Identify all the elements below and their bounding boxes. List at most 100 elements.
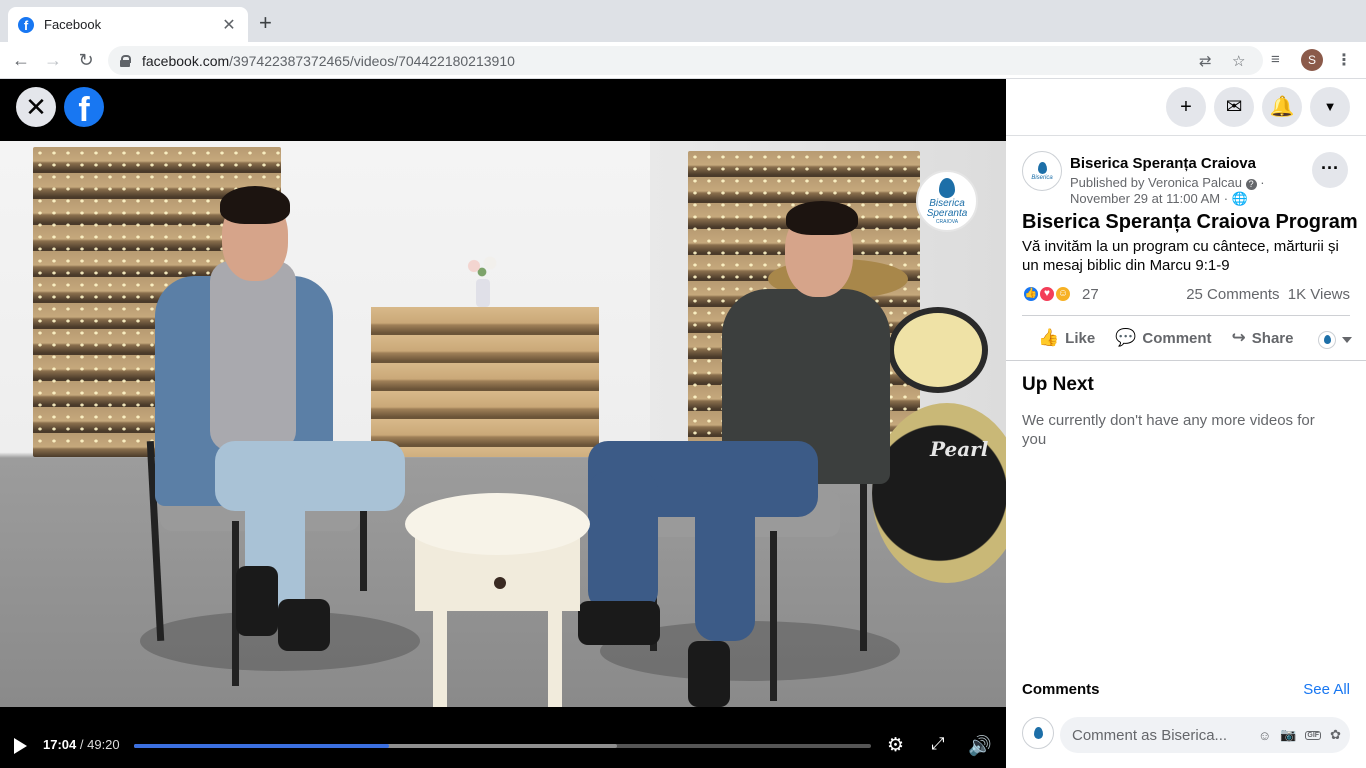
play-icon[interactable] — [14, 738, 27, 754]
video-player[interactable]: ✕ f Pearl Biserica Speranta CRAIOVA 17:0… — [0, 79, 1006, 768]
caret-down-icon — [1342, 337, 1352, 343]
comments-count[interactable]: 25 Comments — [1186, 286, 1279, 303]
video-scene-shoe — [688, 641, 730, 707]
facebook-logo-icon[interactable]: f — [64, 87, 104, 129]
emoji-icon[interactable]: ☺ — [1258, 728, 1271, 743]
close-video-icon[interactable]: ✕ — [16, 87, 56, 127]
page-mini-avatar — [1318, 331, 1336, 349]
fullscreen-icon[interactable]: ⤢ — [931, 734, 945, 754]
views-count: 1K Views — [1287, 286, 1350, 303]
published-by: Published by Veronica Palcau — [1070, 175, 1243, 190]
video-title: Biserica Speranța Craiova Program — [1022, 211, 1358, 233]
notifications-bell-icon[interactable]: 🔔 — [1262, 87, 1302, 127]
volume-icon[interactable]: 🔊 — [968, 734, 992, 758]
drum-brand-text: Pearl — [930, 437, 989, 461]
reactions-summary[interactable]: 👍 ♥ ☺ 27 — [1022, 285, 1099, 303]
comment-bubble-icon: 💬 — [1115, 328, 1137, 347]
video-scene-shoe — [578, 601, 660, 645]
forward-arrow-icon[interactable]: → — [41, 48, 65, 72]
video-scene-bass-drum — [872, 403, 1006, 583]
facebook-favicon-icon: f — [18, 16, 34, 33]
tab-close-icon[interactable]: ✕ — [220, 15, 238, 35]
act-as-selector[interactable] — [1318, 331, 1352, 349]
video-scene-chair-leg — [770, 531, 777, 701]
bookmark-star-icon[interactable]: ☆ — [1232, 52, 1245, 70]
current-time: 17:04 — [43, 737, 77, 752]
browser-tab[interactable]: f Facebook ✕ — [8, 7, 248, 42]
water-drop-icon — [1033, 726, 1043, 739]
settings-gear-icon[interactable]: ⚙ — [887, 734, 904, 757]
video-side-panel: + ✉ 🔔 ▼ Biserica Biserica Speranța Craio… — [1006, 79, 1366, 768]
video-time: 17:04 / 49:20 — [43, 737, 120, 752]
browser-tabstrip: f Facebook ✕ + — [0, 0, 1366, 42]
watermark-line3: CRAIOVA — [935, 218, 959, 225]
care-reaction-icon: ☺ — [1054, 285, 1072, 303]
url-path: /397422387372465/videos/704422180213910 — [229, 52, 515, 69]
thumbs-up-icon: 👍 — [1038, 328, 1060, 347]
water-drop-icon — [939, 177, 955, 198]
page-avatar[interactable]: Biserica — [1022, 151, 1062, 191]
video-scene-table-knob — [494, 577, 506, 589]
video-description: Vă invităm la un program cu cântece, măr… — [1022, 238, 1339, 274]
post-actions: 👍 Like 💬 Comment ↪ Share — [1022, 323, 1350, 353]
duration: 49:20 — [87, 737, 120, 752]
up-next-message: We currently don't have any more videos … — [1022, 412, 1315, 448]
video-frame[interactable]: Pearl Biserica Speranta CRAIOVA — [0, 141, 1006, 707]
account-menu-caret-icon[interactable]: ▼ — [1310, 87, 1350, 127]
comment-label: Comment — [1142, 329, 1212, 347]
watermark-line2: Speranta — [926, 207, 968, 219]
see-all-link[interactable]: See All — [1303, 681, 1350, 698]
divider — [1022, 315, 1350, 316]
share-arrow-icon: ↪ — [1231, 328, 1246, 347]
post-date[interactable]: November 29 at 11:00 AM — [1070, 191, 1220, 206]
church-watermark-logo: Biserica Speranta CRAIOVA — [916, 170, 978, 232]
address-bar[interactable]: facebook.com/397422387372465/videos/7044… — [108, 46, 1263, 75]
section-divider — [1006, 360, 1366, 361]
messenger-icon[interactable]: ✉ — [1214, 87, 1254, 127]
new-tab-icon[interactable]: + — [259, 12, 272, 34]
video-scene-person-right-hair — [786, 201, 858, 235]
post-stats: 25 Comments 1K Views — [1182, 286, 1350, 303]
camera-icon[interactable]: 📷 — [1280, 727, 1296, 743]
help-question-icon[interactable]: ? — [1245, 179, 1257, 190]
video-scene-shoe — [236, 566, 278, 636]
media-queue-icon[interactable]: ≡ — [1271, 51, 1280, 68]
video-scene-person-left-hoodie — [210, 261, 296, 451]
fb-topbar: + ✉ 🔔 ▼ — [1006, 79, 1366, 136]
like-label: Like — [1065, 329, 1096, 347]
page-name[interactable]: Biserica Speranța Craiova — [1070, 155, 1256, 172]
comments-heading: Comments — [1022, 681, 1100, 698]
progress-played — [134, 744, 389, 748]
video-scene-chair-leg — [860, 461, 867, 651]
comment-input[interactable]: Comment as Biserica... ☺ 📷 GIF ✿ — [1060, 717, 1350, 753]
globe-public-icon: 🌐 — [1231, 191, 1248, 206]
like-button[interactable]: 👍 Like — [1038, 328, 1095, 348]
url-host: facebook.com — [142, 52, 230, 69]
reload-icon[interactable]: ↻ — [74, 48, 98, 72]
browser-menu-icon[interactable]: ⋮ — [1336, 50, 1352, 70]
video-scene-table-top — [405, 493, 590, 555]
avatar-text: Biserica — [1031, 174, 1053, 181]
profile-avatar[interactable]: S — [1301, 49, 1323, 71]
video-scene-shoe — [278, 599, 330, 651]
browser-toolbar: ← → ↻ facebook.com/397422387372465/video… — [0, 42, 1366, 79]
progress-bar[interactable] — [134, 744, 871, 748]
translate-icon[interactable]: ⇄ — [1199, 52, 1212, 70]
water-drop-icon — [1037, 161, 1047, 174]
video-scene-table-leg — [433, 601, 447, 707]
comment-placeholder: Comment as Biserica... — [1072, 726, 1228, 744]
share-label: Share — [1251, 329, 1294, 347]
create-plus-icon[interactable]: + — [1166, 87, 1206, 127]
comment-button[interactable]: 💬 Comment — [1115, 328, 1211, 348]
sticker-icon[interactable]: ✿ — [1330, 727, 1341, 743]
video-scene-person-right-leg — [695, 481, 755, 641]
share-button[interactable]: ↪ Share — [1232, 328, 1294, 348]
more-options-icon[interactable]: ··· — [1312, 152, 1348, 188]
back-arrow-icon[interactable]: ← — [9, 48, 33, 72]
video-scene-person-left-jeans — [215, 441, 405, 511]
watermark-line1: Biserica — [929, 197, 965, 209]
post-meta-date: November 29 at 11:00 AM · 🌐 — [1070, 191, 1248, 206]
gif-icon[interactable]: GIF — [1305, 730, 1322, 740]
up-next-heading: Up Next — [1022, 374, 1094, 395]
video-scene-pallet-center — [371, 307, 599, 457]
